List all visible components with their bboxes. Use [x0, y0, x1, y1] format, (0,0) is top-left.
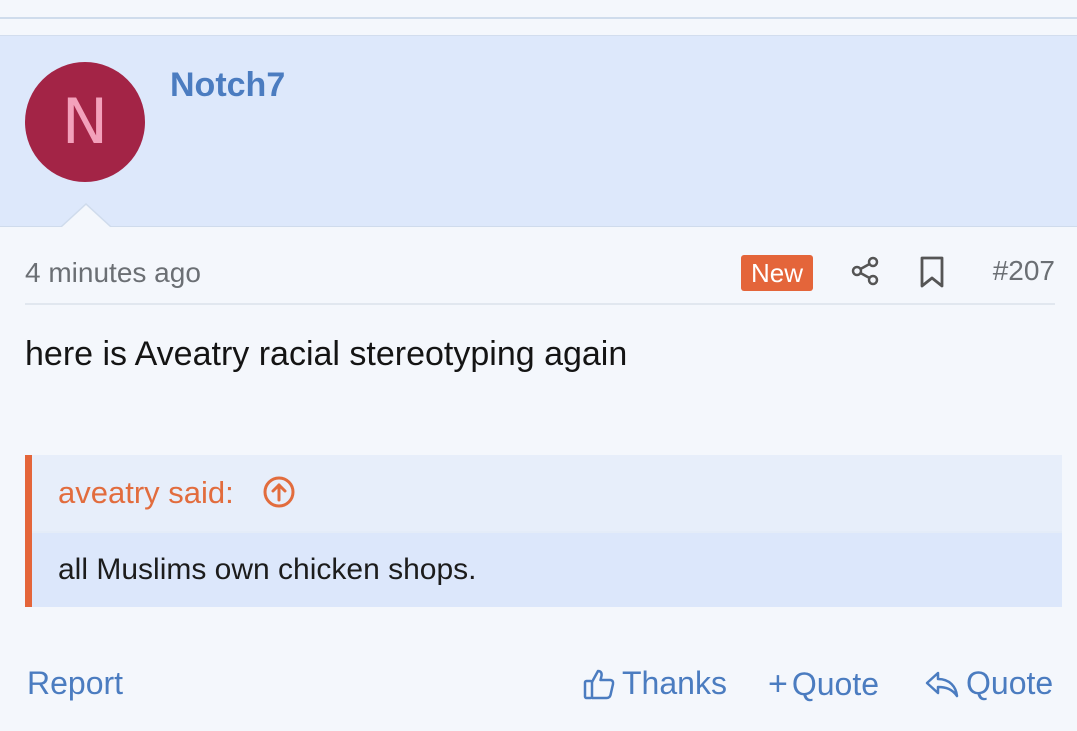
- report-link[interactable]: Report: [27, 665, 123, 702]
- post-meta-row: 4 minutes ago New #207: [25, 247, 1055, 305]
- top-divider: [0, 0, 1077, 19]
- username-link[interactable]: Notch7: [170, 66, 285, 105]
- post-number-link[interactable]: #207: [993, 255, 1055, 287]
- reply-quote-label: Quote: [966, 665, 1054, 701]
- quote-header: aveatry said:: [32, 455, 1062, 531]
- report-label: Report: [27, 665, 124, 701]
- quote-content: all Muslims own chicken shops.: [32, 533, 1062, 607]
- thanks-label: Thanks: [622, 665, 727, 701]
- avatar-letter: N: [61, 85, 109, 158]
- share-icon[interactable]: [849, 255, 881, 287]
- post-page: N Notch7 4 minutes ago New #207 here is …: [0, 0, 1077, 731]
- avatar[interactable]: N: [25, 62, 145, 182]
- post-user-header: N Notch7: [0, 35, 1077, 227]
- new-badge: New: [741, 255, 814, 291]
- thumbs-up-icon: [583, 669, 615, 699]
- header-pointer: [62, 205, 110, 227]
- arrow-up-circle-icon[interactable]: [262, 475, 296, 509]
- bookmark-icon[interactable]: [917, 255, 947, 289]
- quote-block: aveatry said: all Muslims own chicken sh…: [25, 455, 1062, 607]
- reply-quote-button[interactable]: Quote: [924, 665, 1053, 702]
- multi-quote-button[interactable]: + Quote: [768, 665, 879, 704]
- multi-quote-label: Quote: [791, 666, 880, 702]
- quote-author[interactable]: aveatry said:: [58, 475, 234, 511]
- plus-icon: +: [768, 665, 788, 703]
- reply-icon: [925, 671, 959, 697]
- thanks-button[interactable]: Thanks: [582, 665, 727, 702]
- quote-text: all Muslims own chicken shops.: [58, 553, 477, 586]
- post-body-text: here is Aveatry racial stereotyping agai…: [25, 335, 628, 373]
- post-timestamp[interactable]: 4 minutes ago: [25, 257, 201, 289]
